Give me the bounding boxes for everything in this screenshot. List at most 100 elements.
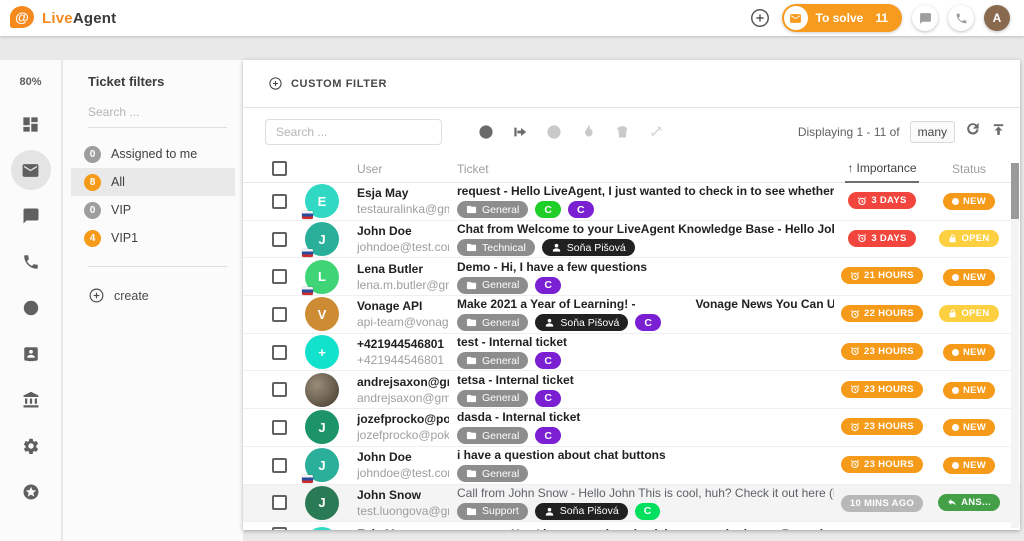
filters-search-input[interactable] — [88, 105, 208, 119]
code-tag[interactable]: C — [535, 390, 561, 407]
department-tag[interactable]: General — [457, 427, 528, 444]
filter-item-assigned-to-me[interactable]: 0 Assigned to me — [71, 140, 235, 168]
ticket-search-input[interactable] — [276, 120, 431, 144]
nav-starred-icon[interactable] — [11, 480, 51, 504]
table-row[interactable]: E Esja May request - Hey I just wanted t… — [243, 522, 1020, 530]
row-checkbox[interactable] — [272, 269, 287, 284]
ticket-subject[interactable]: Call from John Snow - Hello John This is… — [457, 486, 834, 500]
table-row[interactable]: J John Doe johndoe@test.com i have a que… — [243, 447, 1020, 485]
liveagent-logo-icon: @ — [10, 6, 36, 30]
ticket-tags: General CC — [457, 201, 834, 218]
filter-label: VIP — [111, 203, 131, 217]
table-row[interactable]: andrejsaxon@gmail.c... andrejsaxon@gmail… — [243, 371, 1020, 409]
table-row[interactable]: V Vonage API api-team@vonage.com Make 20… — [243, 296, 1020, 334]
avatar-letter: + — [318, 345, 326, 360]
code-tag[interactable]: C — [535, 352, 561, 369]
agent-tag[interactable]: Soňa Pišová — [535, 314, 628, 331]
nav-dashboard-icon[interactable] — [11, 112, 51, 136]
custom-filter-button[interactable]: CUSTOM FILTER — [291, 78, 387, 90]
table-row[interactable]: L Lena Butler lena.m.butler@gmail.... De… — [243, 258, 1020, 296]
code-tag[interactable]: C — [635, 314, 661, 331]
agent-tag[interactable]: Soňa Pišová — [542, 239, 635, 256]
table-row[interactable]: J John Doe johndoe@test.com Chat from We… — [243, 221, 1020, 259]
column-status[interactable]: Status — [930, 162, 1008, 176]
create-filter-button[interactable]: create — [88, 287, 243, 304]
code-tag[interactable]: C — [535, 427, 561, 444]
scrollbar-thumb[interactable] — [1011, 163, 1019, 219]
calls-button[interactable] — [948, 5, 974, 31]
ticket-subject[interactable]: Demo - Hi, I have a few questions — [457, 260, 834, 274]
ticket-subject[interactable]: tetsa - Internal ticket — [457, 373, 834, 387]
agent-tag[interactable]: Soňa Pišová — [535, 503, 628, 520]
select-all-checkbox[interactable] — [272, 161, 287, 176]
row-checkbox[interactable] — [272, 345, 287, 360]
envelope-icon — [784, 6, 808, 30]
refresh-icon[interactable] — [965, 121, 981, 142]
scrollbar[interactable] — [1011, 163, 1019, 528]
status-badge: NEW — [943, 193, 995, 210]
transfer-icon[interactable] — [511, 123, 529, 141]
nav-organization-icon[interactable] — [11, 388, 51, 412]
table-row[interactable]: E Esja May testauralinka@gmail.c... requ… — [243, 183, 1020, 221]
column-importance[interactable]: ↑ Importance — [834, 155, 930, 183]
row-checkbox[interactable] — [272, 420, 287, 435]
code-tag[interactable]: C — [535, 277, 561, 294]
merge-wand-icon[interactable] — [647, 123, 665, 141]
row-checkbox[interactable] — [272, 382, 287, 397]
liveagent-logo[interactable]: @ LiveAgent — [0, 6, 116, 30]
filter-label: VIP1 — [111, 231, 138, 245]
ticket-list-card: CUSTOM FILTER Displaying 1 - 11 of many — [243, 60, 1020, 530]
ticket-subject[interactable]: test - Internal ticket — [457, 335, 834, 349]
delete-icon[interactable] — [613, 123, 631, 141]
code-tag[interactable]: C — [535, 201, 561, 218]
nav-contacts-icon[interactable] — [11, 342, 51, 366]
ticket-subject[interactable]: dasda - Internal ticket — [457, 410, 834, 424]
ticket-subject[interactable]: request - Hey I just wanted to check in … — [457, 527, 834, 530]
filter-item-vip1[interactable]: 4 VIP1 — [71, 224, 235, 252]
info-icon[interactable] — [477, 123, 495, 141]
row-checkbox[interactable] — [272, 495, 287, 510]
department-tag[interactable]: General — [457, 465, 528, 482]
to-solve-button[interactable]: To solve 11 — [782, 4, 902, 32]
table-row[interactable]: J John Snow test.luongova@gmail.... Call… — [243, 485, 1020, 523]
user-avatar[interactable]: A — [984, 5, 1010, 31]
add-button[interactable] — [748, 6, 772, 30]
department-tag[interactable]: General — [457, 277, 528, 294]
row-checkbox[interactable] — [272, 458, 287, 473]
nav-settings-icon[interactable] — [11, 434, 51, 458]
department-tag[interactable]: General — [457, 201, 528, 218]
ticket-subject[interactable]: Chat from Welcome to your LiveAgent Know… — [457, 222, 834, 236]
filter-item-vip[interactable]: 0 VIP — [71, 196, 235, 224]
department-tag[interactable]: General — [457, 352, 528, 369]
row-checkbox[interactable] — [272, 527, 287, 530]
code-tag[interactable]: C — [568, 201, 594, 218]
table-row[interactable]: J jozefprocko@pokusa.... jozefprocko@pok… — [243, 409, 1020, 447]
avatar-letter: L — [318, 269, 326, 284]
ticket-subject[interactable]: request - Hello LiveAgent, I just wanted… — [457, 184, 834, 198]
department-tag[interactable]: Technical — [457, 239, 535, 256]
resolve-icon[interactable] — [545, 123, 563, 141]
row-checkbox[interactable] — [272, 232, 287, 247]
nav-calls-icon[interactable] — [11, 250, 51, 274]
page-size-box[interactable]: many — [910, 121, 955, 143]
spam-flame-icon[interactable] — [579, 123, 597, 141]
department-tag[interactable]: Support — [457, 503, 528, 520]
table-row[interactable]: + +421944546801 +421944546801 test - Int… — [243, 334, 1020, 372]
column-ticket[interactable]: Ticket — [457, 162, 834, 176]
nav-tickets-icon[interactable] — [11, 150, 51, 190]
user-name: jozefprocko@pokusa.... — [357, 412, 449, 426]
department-tag[interactable]: General — [457, 314, 528, 331]
avatar-letter: E — [318, 194, 327, 209]
ticket-subject[interactable]: i have a question about chat buttons — [457, 448, 834, 462]
filter-item-all[interactable]: 8 All — [71, 168, 235, 196]
code-tag[interactable]: C — [635, 503, 661, 520]
department-tag[interactable]: General — [457, 390, 528, 407]
nav-time-icon[interactable] — [11, 296, 51, 320]
column-user[interactable]: User — [357, 162, 449, 176]
nav-chats-icon[interactable] — [11, 204, 51, 228]
collapse-top-icon[interactable] — [991, 122, 1006, 142]
chats-button[interactable] — [912, 5, 938, 31]
row-checkbox[interactable] — [272, 307, 287, 322]
ticket-subject[interactable]: Make 2021 a Year of Learning! -Vonage Ne… — [457, 297, 834, 311]
row-checkbox[interactable] — [272, 194, 287, 209]
